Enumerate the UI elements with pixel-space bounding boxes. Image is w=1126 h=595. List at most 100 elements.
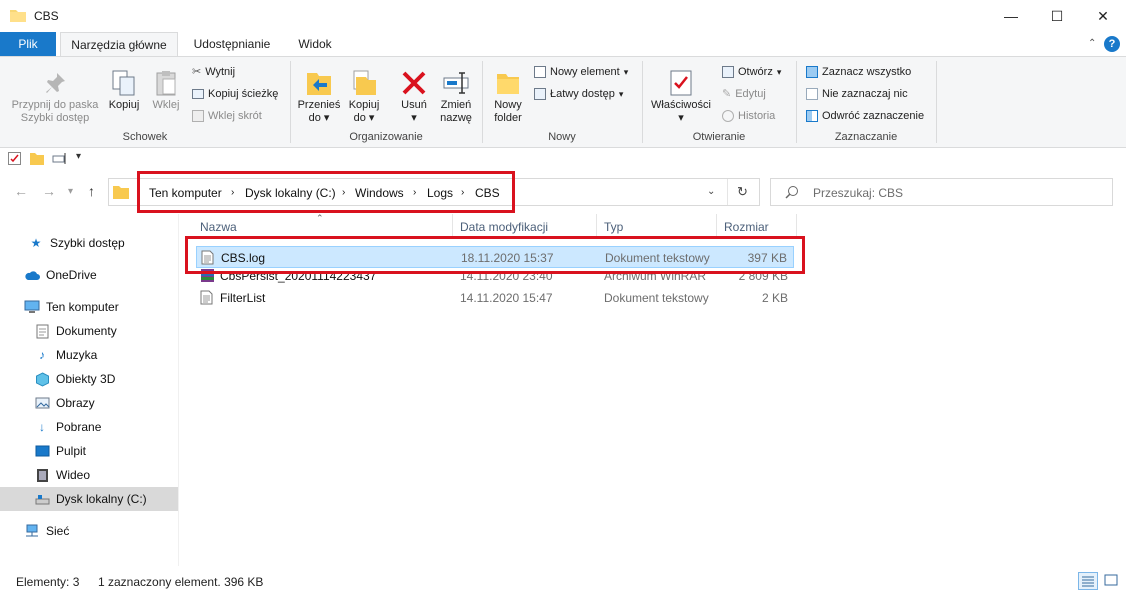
tab-file[interactable]: Plik xyxy=(0,32,56,56)
title-bar: CBS — ☐ ✕ xyxy=(0,0,1126,32)
address-divider xyxy=(727,179,728,205)
properties-icon[interactable] xyxy=(8,152,21,165)
file-name: FilterList xyxy=(220,291,266,305)
invert-selection-icon xyxy=(806,110,818,122)
new-item-button[interactable]: Nowy element ▾ xyxy=(534,62,628,82)
column-header-type[interactable]: Typ xyxy=(604,220,623,234)
move-to-button[interactable]: Przenieś do ▾ xyxy=(296,67,342,125)
column-separator[interactable] xyxy=(452,214,453,238)
nav-item-video[interactable]: Wideo xyxy=(0,463,178,487)
paste-button[interactable]: Wklej xyxy=(146,67,186,112)
new-folder-button[interactable]: Nowy folder xyxy=(488,67,528,125)
copy-to-icon xyxy=(344,67,384,99)
downloads-icon: ↓ xyxy=(39,420,45,434)
nav-item-music[interactable]: ♪ Muzyka xyxy=(0,343,178,367)
forward-icon[interactable]: → xyxy=(42,183,56,199)
delete-button[interactable]: Usuń ▾ xyxy=(394,67,434,125)
nav-item-onedrive[interactable]: OneDrive xyxy=(0,263,178,287)
column-header-name[interactable]: Nazwa xyxy=(200,220,237,234)
nav-item-desktop[interactable]: Pulpit xyxy=(0,439,178,463)
rename-icon[interactable] xyxy=(52,152,68,165)
quick-access-toolbar: ▾ xyxy=(0,148,1126,170)
network-icon xyxy=(24,523,40,539)
item-count: Elementy: 3 xyxy=(16,575,80,589)
address-row: ← → ▾ ↑ Ten komputer › Dysk lokalny (C:)… xyxy=(0,170,1126,214)
highlight-box-address xyxy=(137,171,515,213)
cut-button[interactable]: ✂ Wytnij xyxy=(192,62,235,82)
column-separator[interactable] xyxy=(596,214,597,238)
nav-item-pictures[interactable]: Obrazy xyxy=(0,391,178,415)
refresh-icon[interactable]: ↻ xyxy=(737,184,748,200)
nav-item-quick-access[interactable]: ★ Szybki dostęp xyxy=(0,231,178,255)
file-size: 2 KB xyxy=(761,291,788,305)
column-header-size[interactable]: Rozmiar xyxy=(724,220,769,234)
sort-ascending-icon: ⌃ xyxy=(316,213,324,223)
tab-home[interactable]: Narzędzia główne xyxy=(60,32,178,57)
collapse-ribbon-icon[interactable]: ⌃ xyxy=(1088,38,1096,49)
group-label-open: Otwieranie xyxy=(692,131,746,143)
group-label-clipboard: Schowek xyxy=(122,131,168,143)
copy-icon xyxy=(104,67,144,99)
minimize-button[interactable]: — xyxy=(988,0,1034,32)
select-none-button[interactable]: Nie zaznaczaj nic xyxy=(806,84,908,104)
history-button[interactable]: Historia xyxy=(722,106,775,126)
drive-icon xyxy=(34,491,50,507)
back-icon[interactable]: ← xyxy=(14,183,28,199)
chevron-down-icon: ▾ xyxy=(618,89,624,99)
table-row[interactable]: FilterList 14.11.2020 15:47 Dokument tek… xyxy=(196,287,794,309)
group-label-new: Nowy xyxy=(548,131,576,143)
details-view-icon[interactable] xyxy=(1078,572,1098,590)
computer-icon xyxy=(24,299,40,315)
pin-quick-access-button[interactable]: Przypnij do paska Szybki dostęp xyxy=(6,67,104,125)
nav-item-this-pc[interactable]: Ten komputer xyxy=(0,295,178,319)
tab-view[interactable]: Widok xyxy=(288,32,342,56)
copy-button[interactable]: Kopiuj xyxy=(104,67,144,112)
close-button[interactable]: ✕ xyxy=(1080,0,1126,32)
star-icon: ★ xyxy=(30,236,42,250)
delete-icon xyxy=(394,67,434,99)
ribbon: Przypnij do paska Szybki dostęp Kopiuj W… xyxy=(0,56,1126,148)
tab-share[interactable]: Udostępnianie xyxy=(184,32,280,56)
window-title: CBS xyxy=(34,9,59,23)
move-to-icon xyxy=(296,67,342,99)
edit-icon: ✎ xyxy=(722,88,732,100)
folder-icon xyxy=(113,185,129,199)
nav-item-documents[interactable]: Dokumenty xyxy=(0,319,178,343)
nav-item-network[interactable]: Sieć xyxy=(0,519,178,543)
file-list: ⌃ Nazwa Data modyfikacji Typ Rozmiar CBS… xyxy=(180,213,1126,566)
up-icon[interactable]: ↑ xyxy=(88,183,95,199)
text-file-icon xyxy=(200,290,213,308)
search-box[interactable]: Przeszukaj: CBS xyxy=(770,178,1113,206)
column-header-modified[interactable]: Data modyfikacji xyxy=(460,220,548,234)
chevron-down-icon: ▾ xyxy=(776,67,782,77)
rename-icon xyxy=(436,67,476,99)
properties-button[interactable]: Właściwości ▾ xyxy=(648,67,714,125)
new-folder-icon[interactable] xyxy=(30,152,44,165)
copy-to-button[interactable]: Kopiuj do ▾ xyxy=(344,67,384,125)
column-separator[interactable] xyxy=(716,214,717,238)
invert-selection-button[interactable]: Odwróć zaznaczenie xyxy=(806,106,924,126)
large-icons-view-icon[interactable] xyxy=(1102,572,1122,590)
column-separator[interactable] xyxy=(796,214,797,238)
customize-qat-icon[interactable]: ▾ xyxy=(76,151,81,162)
paste-icon xyxy=(146,67,186,99)
easy-access-icon xyxy=(534,88,546,100)
nav-item-downloads[interactable]: ↓ Pobrane xyxy=(0,415,178,439)
pin-icon xyxy=(6,67,104,99)
copy-path-button[interactable]: Kopiuj ścieżkę xyxy=(192,84,278,104)
recent-locations-icon[interactable]: ▾ xyxy=(68,186,73,197)
cloud-icon xyxy=(24,267,40,283)
nav-item-3d-objects[interactable]: Obiekty 3D xyxy=(0,367,178,391)
rename-button[interactable]: Zmień nazwę xyxy=(436,67,476,125)
nav-item-local-disk[interactable]: Dysk lokalny (C:) xyxy=(0,487,178,511)
easy-access-button[interactable]: Łatwy dostęp ▾ xyxy=(534,84,623,104)
address-history-icon[interactable]: ⌄ xyxy=(707,186,715,197)
nav-pane-splitter[interactable] xyxy=(178,214,179,566)
select-all-button[interactable]: Zaznacz wszystko xyxy=(806,62,911,82)
edit-button[interactable]: ✎ Edytuj xyxy=(722,84,766,104)
group-label-select: Zaznaczanie xyxy=(834,131,898,143)
maximize-button[interactable]: ☐ xyxy=(1034,0,1080,32)
open-button[interactable]: Otwórz ▾ xyxy=(722,62,781,82)
paste-shortcut-button[interactable]: Wklej skrót xyxy=(192,106,262,126)
help-icon[interactable]: ? xyxy=(1104,36,1120,52)
